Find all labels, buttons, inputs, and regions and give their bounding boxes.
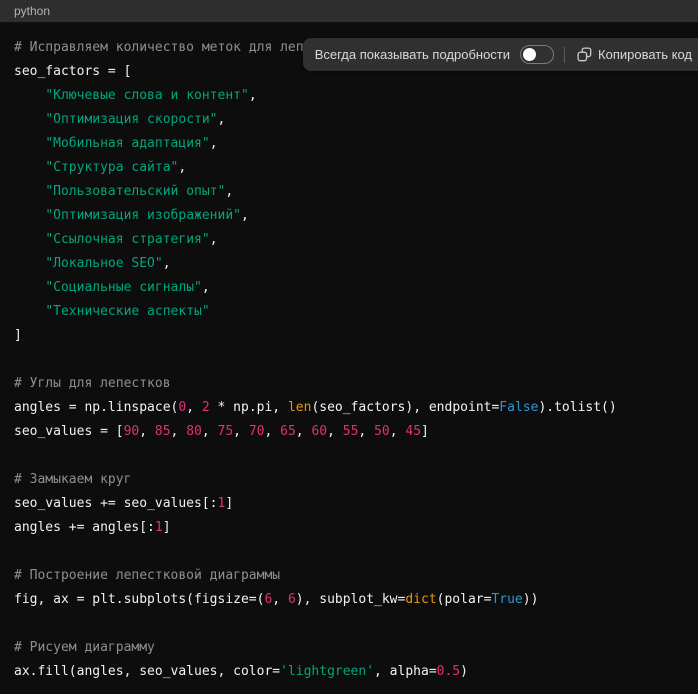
code-line: fig, ax = plt.subplots(figsize=(6, 6), s… (14, 588, 684, 612)
always-show-details-label: Всегда показывать подробности (315, 47, 510, 62)
code-line: "Ссылочная стратегия", (14, 228, 684, 252)
code-line: "Мобильная адаптация", (14, 132, 684, 156)
code-line: # Углы для лепестков (14, 372, 684, 396)
code-line: seo_values += seo_values[:1] (14, 492, 684, 516)
toggle-knob (523, 48, 536, 61)
copy-code-label: Копировать код (598, 47, 692, 62)
code-line: # Построение лепестковой диаграммы (14, 564, 684, 588)
code-line: "Социальные сигналы", (14, 276, 684, 300)
copy-icon (577, 47, 592, 62)
code-line: angles += angles[:1] (14, 516, 684, 540)
code-content: # Исправляем количество меток для лепест… (0, 23, 698, 694)
copy-code-button[interactable]: Копировать код (575, 47, 694, 62)
code-line: "Пользовательский опыт", (14, 180, 684, 204)
code-line: # Рисуем диаграмму (14, 636, 684, 660)
code-line: "Ключевые слова и контент", (14, 84, 684, 108)
code-line: # Замыкаем круг (14, 468, 684, 492)
code-line: "Локальное SEO", (14, 252, 684, 276)
code-line (14, 612, 684, 636)
code-line: ax.fill(angles, seo_values, color='light… (14, 660, 684, 684)
code-line (14, 540, 684, 564)
code-line (14, 444, 684, 468)
code-line: "Оптимизация скорости", (14, 108, 684, 132)
always-show-details-toggle[interactable] (520, 45, 554, 64)
code-line: "Оптимизация изображений", (14, 204, 684, 228)
code-line (14, 348, 684, 372)
code-line: seo_values = [90, 85, 80, 75, 70, 65, 60… (14, 420, 684, 444)
code-language-label: python (14, 4, 50, 18)
code-line: "Структура сайта", (14, 156, 684, 180)
code-line: angles = np.linspace(0, 2 * np.pi, len(s… (14, 396, 684, 420)
code-line: ] (14, 324, 684, 348)
toolbar-divider (564, 47, 565, 63)
code-line: "Технические аспекты" (14, 300, 684, 324)
code-toolbar: Всегда показывать подробности Копировать… (303, 38, 698, 71)
code-block-header: python (0, 0, 698, 23)
